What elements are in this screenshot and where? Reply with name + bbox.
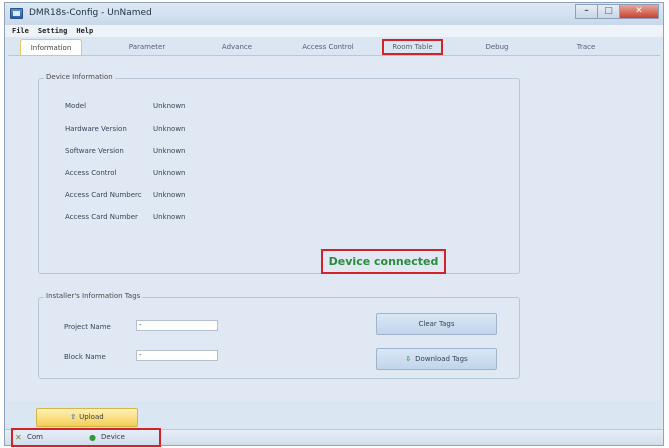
download-arrow-icon: ⇩ — [405, 355, 412, 363]
app-window: DMR18s-Config - UnNamed – □ ✕ File Setti… — [4, 2, 664, 447]
menu-bar: File Setting Help — [5, 25, 663, 37]
download-tags-button[interactable]: ⇩ Download Tags — [376, 348, 497, 370]
access-card-number-value: Unknown — [153, 213, 186, 221]
tab-parameter[interactable]: Parameter — [112, 39, 182, 55]
project-name-input[interactable]: - — [136, 320, 218, 331]
access-control-label: Access Control — [65, 169, 117, 177]
close-button[interactable]: ✕ — [619, 4, 659, 19]
minimize-icon: – — [584, 6, 589, 16]
download-tags-label: Download Tags — [415, 355, 468, 363]
maximize-button[interactable]: □ — [597, 4, 619, 19]
installer-tags-group: Installer's Information Tags Project Nam… — [38, 292, 520, 379]
project-name-label: Project Name — [64, 323, 111, 331]
access-card-number-label: Access Card Number — [65, 213, 138, 221]
status-bar: ✕ Com ● Device — [5, 428, 663, 447]
window-title: DMR18s-Config - UnNamed — [29, 8, 152, 18]
tab-room-table[interactable]: Room Table — [382, 39, 443, 55]
window-controls: – □ ✕ — [575, 4, 659, 19]
title-bar: DMR18s-Config - UnNamed – □ ✕ — [5, 3, 663, 25]
clear-tags-button[interactable]: Clear Tags — [376, 313, 497, 335]
com-status-label: Com — [27, 433, 43, 441]
access-control-value: Unknown — [153, 169, 186, 177]
access-card-numberc-label: Access Card Numberc — [65, 191, 142, 199]
tab-trace[interactable]: Trace — [560, 39, 612, 55]
model-value: Unknown — [153, 102, 186, 110]
installer-tags-title: Installer's Information Tags — [44, 292, 143, 300]
device-status-label: Device — [101, 433, 125, 441]
com-plug-icon: ✕ — [15, 433, 22, 442]
menu-setting[interactable]: Setting — [38, 25, 68, 37]
access-card-numberc-value: Unknown — [153, 191, 186, 199]
menu-help[interactable]: Help — [76, 25, 93, 37]
device-status-icon: ● — [89, 433, 96, 442]
device-information-title: Device Information — [44, 73, 115, 81]
block-name-input[interactable]: - — [136, 350, 218, 361]
tab-bar: Information Parameter Advance Access Con… — [8, 39, 660, 55]
hardware-version-label: Hardware Version — [65, 125, 127, 133]
device-connected-status: Device connected — [321, 249, 446, 274]
device-information-group: Device Information Model Unknown Hardwar… — [38, 73, 520, 274]
block-name-label: Block Name — [64, 353, 106, 361]
close-icon: ✕ — [635, 6, 643, 16]
hardware-version-value: Unknown — [153, 125, 186, 133]
upload-label: Upload — [79, 413, 104, 421]
clear-tags-label: Clear Tags — [418, 320, 455, 328]
information-panel: Device Information Model Unknown Hardwar… — [8, 55, 660, 401]
minimize-button[interactable]: – — [575, 4, 597, 19]
software-version-value: Unknown — [153, 147, 186, 155]
app-icon — [10, 8, 23, 19]
model-label: Model — [65, 102, 87, 110]
tab-information[interactable]: Information — [20, 39, 82, 55]
software-version-label: Software Version — [65, 147, 124, 155]
tab-access-control[interactable]: Access Control — [292, 39, 364, 55]
menu-file[interactable]: File — [12, 25, 29, 37]
upload-button[interactable]: ⇧ Upload — [36, 408, 138, 427]
upload-arrow-icon: ⇧ — [70, 413, 77, 421]
maximize-icon: □ — [604, 6, 613, 16]
tab-debug[interactable]: Debug — [472, 39, 522, 55]
tab-advance[interactable]: Advance — [204, 39, 270, 55]
